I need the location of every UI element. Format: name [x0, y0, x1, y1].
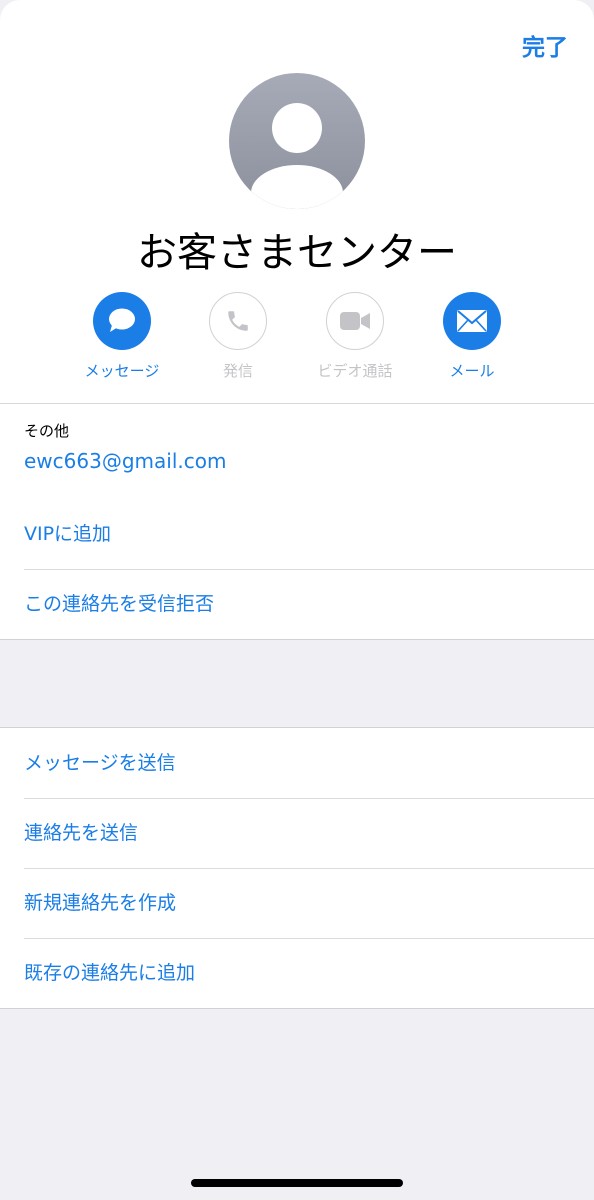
- contact-options-group: VIPに追加 この連絡先を受信拒否: [0, 499, 594, 640]
- home-indicator[interactable]: [191, 1179, 403, 1187]
- message-bubble-icon: [109, 308, 135, 332]
- person-silhouette-icon: [251, 103, 343, 209]
- phone-icon: [228, 311, 248, 331]
- contact-card-sheet: 完了 お客さまセンター メッセージ 発信 ビデオ通話 メール その他 ewc66…: [0, 0, 594, 1200]
- contact-header: 完了 お客さまセンター メッセージ 発信 ビデオ通話 メール: [0, 0, 594, 404]
- video-camera-icon: [340, 312, 370, 330]
- video-action-button[interactable]: ビデオ通話: [295, 292, 415, 381]
- add-to-existing-contact-button[interactable]: 既存の連絡先に追加: [0, 938, 594, 1008]
- send-message-button[interactable]: メッセージを送信: [0, 728, 594, 798]
- mail-action-label: メール: [449, 362, 495, 380]
- done-button[interactable]: 完了: [522, 28, 568, 62]
- create-new-contact-button[interactable]: 新規連絡先を作成: [0, 868, 594, 938]
- contact-actions-group: メッセージを送信 連絡先を送信 新規連絡先を作成 既存の連絡先に追加: [0, 727, 594, 1009]
- video-action-label: ビデオ通話: [317, 362, 393, 380]
- call-action-circle[interactable]: [209, 292, 267, 350]
- action-buttons: メッセージ 発信 ビデオ通話 メール: [0, 292, 594, 392]
- block-contact-button[interactable]: この連絡先を受信拒否: [0, 569, 594, 639]
- share-contact-button[interactable]: 連絡先を送信: [0, 798, 594, 868]
- message-action-circle[interactable]: [93, 292, 151, 350]
- video-action-circle[interactable]: [326, 292, 384, 350]
- envelope-icon: [457, 310, 487, 332]
- email-info-section: その他 ewc663@gmail.com: [0, 404, 594, 500]
- add-to-vip-button[interactable]: VIPに追加: [0, 499, 594, 569]
- message-action-label: メッセージ: [84, 362, 160, 380]
- contact-name: お客さまセンター: [137, 230, 457, 276]
- email-type-label: その他: [24, 422, 70, 440]
- call-action-label: 発信: [222, 362, 253, 380]
- email-address-link[interactable]: ewc663@gmail.com: [24, 449, 226, 473]
- mail-action-circle[interactable]: [443, 292, 501, 350]
- mail-action-button[interactable]: メール: [412, 292, 532, 381]
- message-action-button[interactable]: メッセージ: [62, 292, 182, 381]
- call-action-button[interactable]: 発信: [178, 292, 298, 381]
- avatar: [229, 73, 365, 209]
